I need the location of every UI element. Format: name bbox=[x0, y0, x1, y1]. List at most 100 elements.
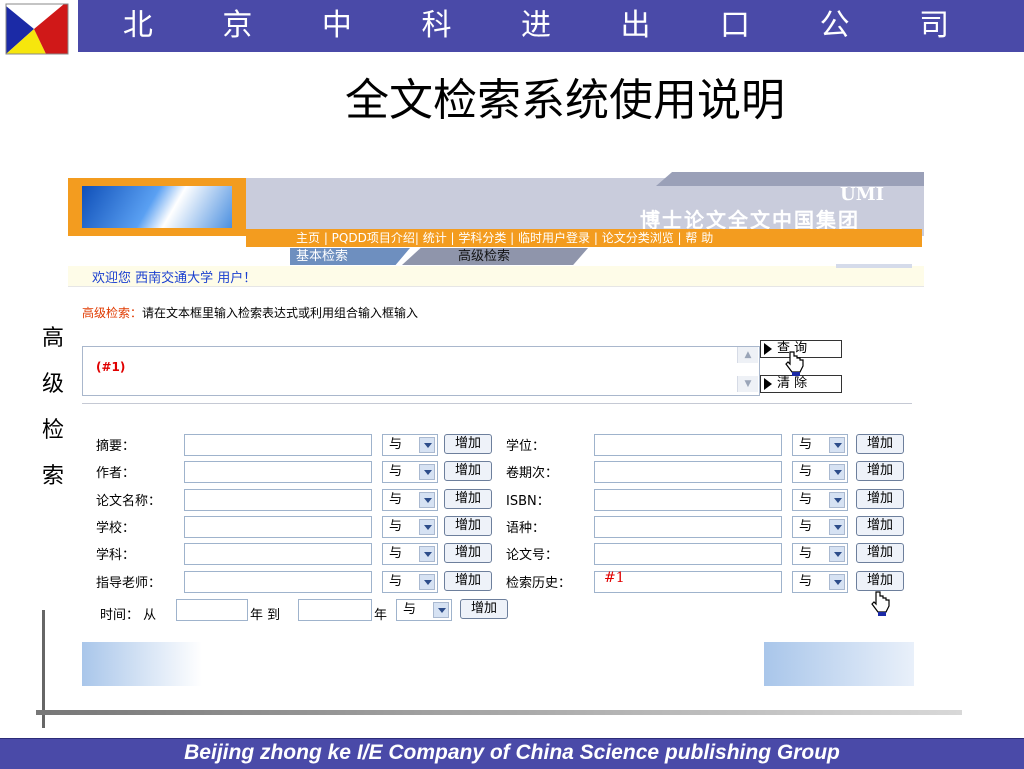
operator-value: 与 bbox=[389, 437, 403, 452]
field-label-advisor: 指导老师： bbox=[96, 576, 162, 591]
footer-text: Beijing zhong ke I/E Company of China Sc… bbox=[184, 741, 840, 764]
add-button[interactable]: 增加 bbox=[856, 434, 904, 454]
field-label-language: 语种： bbox=[506, 521, 546, 536]
operator-value: 与 bbox=[799, 492, 813, 507]
company-title: 北 京 中 科 进 出 口 公 司 bbox=[122, 8, 980, 43]
add-button[interactable]: 增加 bbox=[856, 489, 904, 509]
add-button[interactable]: 增加 bbox=[856, 461, 904, 481]
advisor-input[interactable] bbox=[184, 571, 372, 593]
chevron-down-icon bbox=[829, 464, 845, 480]
add-button[interactable]: 增加 bbox=[444, 543, 492, 563]
operator-value: 与 bbox=[799, 519, 813, 534]
field-label-school: 学校： bbox=[96, 521, 136, 536]
add-button[interactable]: 增加 bbox=[444, 489, 492, 509]
side-label-char: 级 bbox=[41, 372, 64, 397]
chevron-down-icon bbox=[829, 519, 845, 535]
add-button[interactable]: 增加 bbox=[444, 516, 492, 536]
chevron-down-icon bbox=[829, 492, 845, 508]
side-label-char: 索 bbox=[41, 464, 64, 489]
operator-select[interactable]: 与 bbox=[396, 599, 452, 621]
scroll-down-arrow-icon[interactable]: ▼ bbox=[737, 376, 758, 392]
field-label-abstract: 摘要： bbox=[96, 439, 136, 454]
time-to-label: 到 bbox=[267, 608, 281, 623]
field-label-thesis-number: 论文号： bbox=[506, 548, 559, 563]
add-button[interactable]: 增加 bbox=[444, 571, 492, 591]
operator-select[interactable]: 与 bbox=[792, 571, 848, 593]
thesis-number-input[interactable] bbox=[594, 543, 782, 565]
footer-gradient-left bbox=[82, 642, 202, 686]
operator-select[interactable]: 与 bbox=[382, 461, 438, 483]
operator-select[interactable]: 与 bbox=[792, 461, 848, 483]
field-label-subject: 学科： bbox=[96, 548, 136, 563]
time-label-range: 年 到 bbox=[250, 604, 280, 623]
time-label-text: 时间： bbox=[100, 608, 140, 623]
company-logo bbox=[5, 3, 69, 55]
operator-select[interactable]: 与 bbox=[792, 434, 848, 456]
footer-gradient-right bbox=[764, 642, 914, 686]
chevron-down-icon bbox=[419, 437, 435, 453]
operator-value: 与 bbox=[799, 574, 813, 589]
operator-select[interactable]: 与 bbox=[792, 543, 848, 565]
field-label-degree: 学位： bbox=[506, 439, 546, 454]
operator-value: 与 bbox=[799, 437, 813, 452]
operator-select[interactable]: 与 bbox=[382, 571, 438, 593]
year-from-input[interactable] bbox=[176, 599, 248, 621]
operator-select[interactable]: 与 bbox=[792, 489, 848, 511]
scroll-up-arrow-icon[interactable]: ▲ bbox=[737, 347, 758, 363]
search-history-value: #1 bbox=[604, 570, 625, 586]
chevron-down-icon bbox=[419, 519, 435, 535]
add-button[interactable]: 增加 bbox=[460, 599, 508, 619]
operator-select[interactable]: 与 bbox=[382, 489, 438, 511]
operator-select[interactable]: 与 bbox=[792, 516, 848, 538]
add-button[interactable]: 增加 bbox=[856, 543, 904, 563]
operator-value: 与 bbox=[389, 519, 403, 534]
author-input[interactable] bbox=[184, 461, 372, 483]
language-input[interactable] bbox=[594, 516, 782, 538]
nav-links[interactable]: 主页 | PQDD项目介绍| 统计 | 学科分类 | 临时用户登录 | 论文分类… bbox=[296, 229, 713, 247]
add-button[interactable]: 增加 bbox=[444, 434, 492, 454]
hand-cursor-icon bbox=[785, 351, 804, 376]
operator-value: 与 bbox=[799, 464, 813, 479]
degree-input[interactable] bbox=[594, 434, 782, 456]
hint-label: 高级检索： bbox=[82, 306, 143, 320]
field-label-author: 作者： bbox=[96, 466, 136, 481]
chevron-down-icon bbox=[829, 546, 845, 562]
operator-value: 与 bbox=[799, 546, 813, 561]
field-label-volume: 卷期次： bbox=[506, 466, 559, 481]
hint-text: 请在文本框里输入检索表达式或利用组合输入框输入 bbox=[142, 306, 419, 320]
operator-select[interactable]: 与 bbox=[382, 434, 438, 456]
chevron-down-icon bbox=[419, 464, 435, 480]
query-value: (#1) bbox=[96, 360, 126, 374]
year-to-input[interactable] bbox=[298, 599, 372, 621]
umi-logo: UMI bbox=[840, 184, 885, 205]
welcome-text: 欢迎您 西南交通大学 用户！ bbox=[92, 271, 257, 286]
chevron-down-icon bbox=[829, 574, 845, 590]
subject-input[interactable] bbox=[184, 543, 372, 565]
operator-select[interactable]: 与 bbox=[382, 516, 438, 538]
clear-button[interactable]: 清 除 bbox=[760, 375, 842, 393]
field-label-title: 论文名称： bbox=[96, 494, 162, 509]
abstract-input[interactable] bbox=[184, 434, 372, 456]
operator-select[interactable]: 与 bbox=[382, 543, 438, 565]
year-label: 年 bbox=[374, 608, 388, 623]
tab-basic-search-label: 基本检索 bbox=[296, 249, 349, 264]
add-button[interactable]: 增加 bbox=[444, 461, 492, 481]
clear-button-label: 清 除 bbox=[777, 376, 808, 391]
volume-input[interactable] bbox=[594, 461, 782, 483]
year-label: 年 bbox=[250, 608, 264, 623]
add-button[interactable]: 增加 bbox=[856, 571, 904, 591]
chevron-down-icon bbox=[433, 602, 449, 618]
decor-horizontal-line bbox=[36, 710, 962, 715]
page-title: 全文检索系统使用说明 bbox=[345, 75, 785, 126]
operator-value: 与 bbox=[389, 492, 403, 507]
title-input[interactable] bbox=[184, 489, 372, 511]
operator-value: 与 bbox=[389, 464, 403, 479]
time-from-label: 从 bbox=[143, 608, 157, 623]
add-button[interactable]: 增加 bbox=[856, 516, 904, 536]
operator-value: 与 bbox=[403, 602, 417, 617]
banner-image bbox=[82, 186, 232, 228]
isbn-input[interactable] bbox=[594, 489, 782, 511]
query-textarea[interactable] bbox=[82, 346, 760, 396]
search-hint: 高级检索：请在文本框里输入检索表达式或利用组合输入框输入 bbox=[82, 304, 418, 321]
school-input[interactable] bbox=[184, 516, 372, 538]
